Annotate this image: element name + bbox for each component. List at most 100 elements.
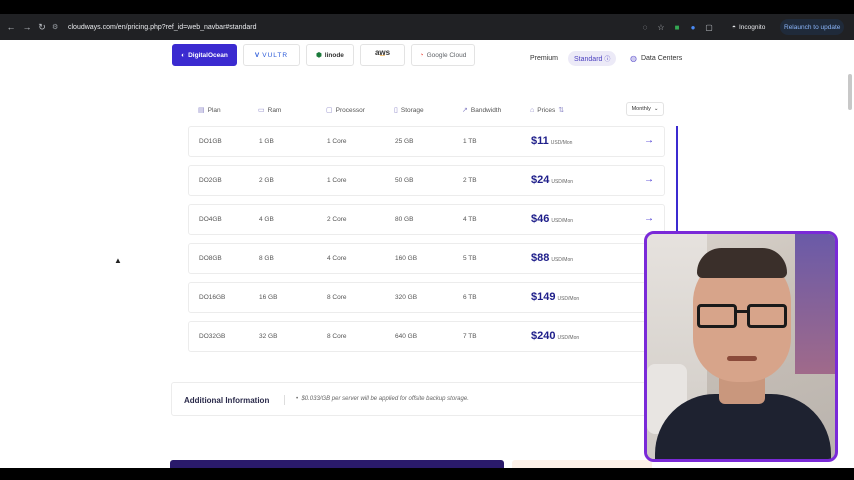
presenter-hair	[697, 248, 787, 278]
ram-icon: ▭	[258, 107, 265, 114]
additional-info-title: Additional Information	[184, 396, 270, 405]
relaunch-label: Relaunch to update	[784, 23, 841, 31]
bookmark-star-icon[interactable]: ☆	[656, 22, 666, 32]
url-text: cloudways.com/en/pricing.php?ref_id=web_…	[68, 23, 257, 31]
presenter-shirt	[655, 394, 831, 459]
eye-off-icon[interactable]: ◌	[640, 22, 650, 32]
extensions-puzzle-icon[interactable]: ▢	[704, 22, 714, 32]
cell-bandwidth: 7 TB	[463, 333, 477, 340]
table-row[interactable]: DO16GB 16 GB 8 Core 320 GB 6 TB $149 USD/Mon	[188, 282, 665, 313]
header-bandwidth: ↗ Bandwidth	[462, 106, 501, 115]
promo-banner-light	[512, 460, 652, 468]
page-scrollbar[interactable]	[848, 74, 852, 110]
price-value: $149	[531, 291, 556, 303]
cell-price: $24 USD/Mon	[531, 174, 573, 186]
tab-aws[interactable]: aws ︶	[360, 44, 405, 66]
extension-icon[interactable]: ■	[672, 22, 682, 32]
forward-icon[interactable]: →	[20, 20, 34, 34]
table-row[interactable]: DO2GB 2 GB 1 Core 50 GB 2 TB $24 USD/Mon →	[188, 165, 665, 196]
price-unit: USD/Mon	[557, 335, 580, 341]
tag-icon: ⌂	[530, 106, 535, 114]
linode-logo-icon: ⬢	[316, 52, 322, 59]
table-row[interactable]: DO1GB 1 GB 1 Core 25 GB 1 TB $11 USD/Mon →	[188, 126, 665, 157]
relaunch-button[interactable]: Relaunch to update	[780, 19, 845, 35]
billing-period-select[interactable]: Monthly ⌄	[626, 102, 664, 116]
webcam-background-light	[795, 234, 835, 374]
price-unit: USD/Mon	[551, 257, 574, 263]
cell-price: $149 USD/Mon	[531, 291, 579, 303]
tab-linode[interactable]: ⬢ linode	[306, 44, 354, 66]
cell-plan: DO32GB	[199, 333, 226, 340]
tab-label: DigitalOcean	[188, 51, 228, 59]
cell-processor: 2 Core	[327, 216, 347, 223]
tab-label: VULTR	[262, 51, 289, 59]
site-info-icon[interactable]: ⚙	[52, 23, 62, 31]
premium-option[interactable]: Premium	[524, 52, 564, 65]
cell-plan: DO16GB	[199, 294, 226, 301]
cell-processor: 1 Core	[327, 138, 347, 145]
arrow-right-icon[interactable]: →	[644, 174, 654, 185]
back-icon[interactable]: ←	[4, 20, 18, 34]
presenter-mouth	[727, 356, 757, 361]
cell-bandwidth: 5 TB	[463, 255, 477, 262]
plan-type-toggle: Premium Standard ⓘ	[524, 51, 617, 66]
cell-bandwidth: 1 TB	[463, 138, 477, 145]
cell-ram: 32 GB	[259, 333, 278, 340]
cell-bandwidth: 6 TB	[463, 294, 477, 301]
data-centers-link[interactable]: ◍ Data Centers	[630, 54, 682, 63]
tab-digitalocean[interactable]: ◐ DigitalOcean	[172, 44, 237, 66]
table-row[interactable]: DO32GB 32 GB 8 Core 640 GB 7 TB $240 USD/Mon	[188, 321, 665, 352]
header-plan: ▤ Plan	[198, 106, 221, 115]
address-bar[interactable]: ⚙ cloudways.com/en/pricing.php?ref_id=we…	[52, 18, 722, 36]
billing-period-value: Monthly	[631, 106, 651, 112]
cell-storage: 80 GB	[395, 216, 414, 223]
data-centers-label: Data Centers	[640, 55, 683, 62]
table-row[interactable]: DO4GB 4 GB 2 Core 80 GB 4 TB $46 USD/Mon →	[188, 204, 665, 235]
additional-info-panel[interactable]: Additional Information • $0.033/GB per s…	[171, 382, 651, 416]
cell-price: $46 USD/Mon	[531, 213, 573, 225]
cell-plan: DO4GB	[199, 216, 222, 223]
price-unit: USD/Mon	[550, 140, 573, 146]
additional-info-note: • $0.033/GB per server will be applied f…	[296, 396, 469, 402]
cell-processor: 4 Core	[327, 255, 347, 262]
cell-processor: 1 Core	[327, 177, 347, 184]
table-scroll-indicator	[676, 126, 678, 244]
price-value: $88	[531, 252, 550, 264]
tab-vultr[interactable]: V VULTR	[243, 44, 300, 66]
table-header: ▤ Plan ▭ Ram ▢ Processor ▯ Storage ↗ Bandwidt…	[188, 106, 664, 120]
extension-blue-icon[interactable]: ●	[688, 22, 698, 32]
incognito-label: Incognito	[738, 23, 766, 31]
reload-icon[interactable]: ↻	[35, 20, 49, 34]
divider	[284, 395, 285, 405]
cell-processor: 8 Core	[327, 294, 347, 301]
tab-label: linode	[324, 51, 344, 59]
price-unit: USD/Mon	[551, 218, 574, 224]
glasses-lens-right	[747, 304, 787, 328]
incognito-indicator[interactable]: ◓ Incognito	[732, 18, 765, 36]
cell-price: $11 USD/Mon	[531, 135, 572, 147]
cell-bandwidth: 2 TB	[463, 177, 477, 184]
glasses-lens-left	[697, 304, 737, 328]
browser-toolbar: ← → ↻ ⚙ cloudways.com/en/pricing.php?ref…	[0, 14, 854, 40]
google-cloud-logo-icon: ◔	[419, 51, 424, 59]
sort-icon[interactable]: ⇅	[558, 106, 564, 114]
arrow-right-icon[interactable]: →	[644, 213, 654, 224]
standard-option[interactable]: Standard ⓘ	[568, 51, 617, 66]
cell-ram: 4 GB	[259, 216, 274, 223]
arrow-right-icon[interactable]: →	[644, 135, 654, 146]
globe-icon: ◍	[630, 54, 637, 63]
price-value: $24	[531, 174, 550, 186]
tab-google-cloud[interactable]: ◔ Google Cloud	[411, 44, 475, 66]
cell-price: $240 USD/Mon	[531, 330, 579, 342]
mouse-cursor-icon: ▲	[114, 256, 122, 265]
info-icon[interactable]: ⓘ	[604, 57, 610, 63]
cell-ram: 16 GB	[259, 294, 278, 301]
header-ram-label: Ram	[267, 106, 282, 114]
storage-icon: ▯	[394, 107, 398, 114]
incognito-icon: ◓	[732, 23, 736, 31]
promo-banner-dark	[170, 460, 504, 468]
backup-note-text: $0.033/GB per server will be applied for…	[301, 396, 469, 402]
digitalocean-logo-icon: ◐	[181, 51, 186, 59]
header-prices[interactable]: ⌂ Prices ⇅	[530, 106, 564, 115]
table-row[interactable]: DO8GB 8 GB 4 Core 160 GB 5 TB $88 USD/Mon	[188, 243, 665, 274]
